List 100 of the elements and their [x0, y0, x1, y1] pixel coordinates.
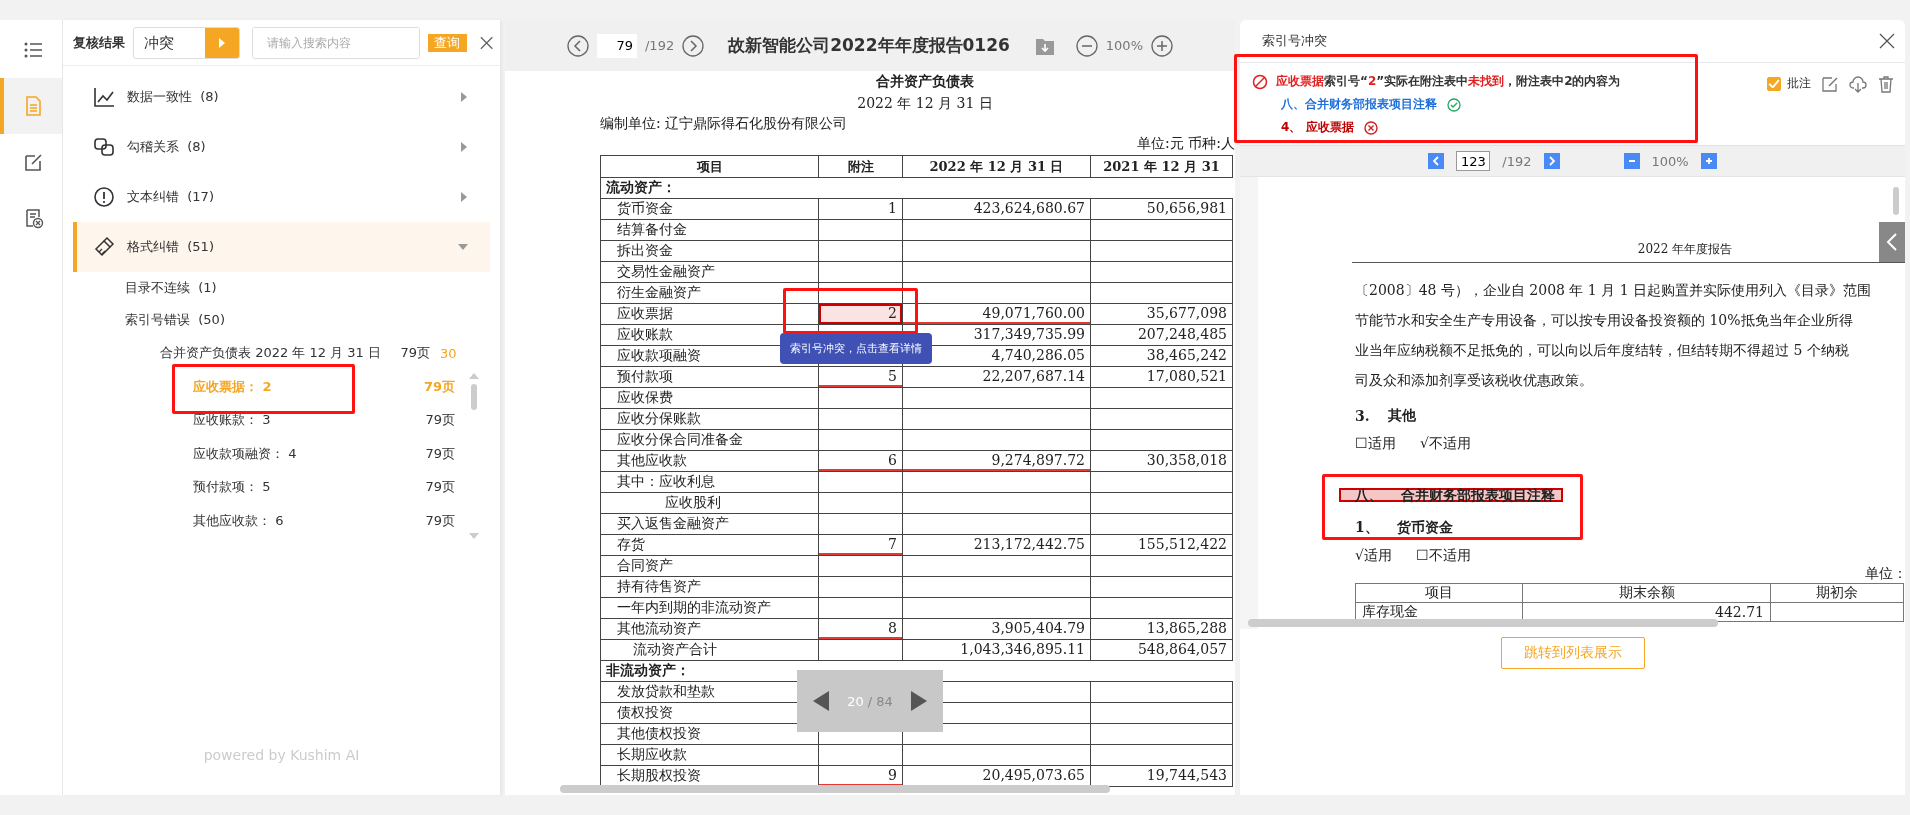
- subcategory-item[interactable]: 索引号错误 (50): [73, 304, 490, 336]
- vertical-scrollbar[interactable]: [1893, 187, 1899, 215]
- annotate-checkbox[interactable]: 批注: [1767, 75, 1811, 92]
- table-cell: 38,465,242: [1090, 345, 1233, 367]
- page-heading: 合并资产负债表: [875, 73, 975, 91]
- table-cell: 应收股利: [600, 492, 819, 514]
- issue-item[interactable]: 应收账款： 3: [193, 411, 423, 430]
- next-page-icon[interactable]: [682, 34, 705, 57]
- plus-icon: [1703, 156, 1714, 166]
- prohibited-icon: [1252, 73, 1268, 90]
- previous-page-button[interactable]: [1428, 153, 1445, 169]
- zoom-out-icon[interactable]: [1075, 34, 1098, 57]
- caret-icon: [217, 37, 226, 48]
- count-text: 30: [440, 345, 458, 361]
- column-header: 2021 年 12 月 31: [1090, 155, 1233, 178]
- alert-icon: [93, 186, 115, 208]
- check-circle-icon: [1447, 97, 1461, 112]
- column-header: 项目: [600, 155, 819, 178]
- caret-icon: [460, 192, 468, 202]
- scrollbar-thumb[interactable]: [471, 384, 477, 410]
- search-field[interactable]: 请输入搜索内容: [251, 26, 420, 59]
- zoom-level: 100%: [1105, 38, 1143, 53]
- match-text: 八、合并财务部报表项目注释: [1281, 96, 1437, 113]
- table-cell: 合同资产: [600, 555, 819, 577]
- table-cell: 持有待售资产: [600, 576, 819, 598]
- previous-page-icon[interactable]: [567, 34, 589, 57]
- next-icon[interactable]: [909, 690, 929, 712]
- table-cell: 应收分保账款: [600, 408, 819, 430]
- category-item[interactable]: 数据一致性 (8): [73, 72, 490, 122]
- page-number: 79页: [423, 377, 455, 396]
- page-number: 79页: [424, 411, 455, 430]
- option-text: √适用: [1355, 547, 1392, 565]
- section-number: 1、: [1355, 519, 1379, 537]
- line-chart-icon: [93, 86, 115, 108]
- category-item[interactable]: 文本纠错 (17): [73, 172, 490, 222]
- page-header: 2022 年年度报告: [1636, 241, 1734, 258]
- paragraph-line: 业当年应纳税额不足抵免的，可以向以后年度结转，但结转期不得超过 5 个纳税: [1355, 341, 1850, 360]
- table-cell: 交易性金融资产: [600, 261, 819, 283]
- column-header: 项目: [1355, 583, 1523, 603]
- panel-title: 复核结果: [73, 33, 125, 52]
- category-item[interactable]: 勾稽关系 (8): [73, 122, 490, 172]
- close-icon[interactable]: [1879, 33, 1895, 49]
- issue-item[interactable]: 其他应收款： 6: [193, 511, 423, 530]
- table-cell: 7: [818, 534, 903, 556]
- table-cell: 拆出资金: [600, 240, 819, 262]
- subcategory-item[interactable]: 目录不连续 (1): [73, 272, 490, 304]
- collapse-tab[interactable]: [1879, 222, 1905, 262]
- cloud-download-icon[interactable]: [1849, 75, 1867, 93]
- table-cell: 流动资产合计: [600, 639, 819, 661]
- previous-icon[interactable]: [811, 690, 831, 712]
- table-cell: 213,172,442.75: [902, 534, 1091, 556]
- chevron-left-icon: [1431, 156, 1442, 166]
- table-cell: 8: [818, 618, 903, 640]
- table-cell: 1,043,346,895.11: [902, 639, 1091, 661]
- table-cell: 其中：应收利息: [600, 471, 819, 493]
- page-input[interactable]: 123: [1456, 151, 1491, 171]
- page-total: /192: [645, 38, 675, 53]
- table-cell: 423,624,680.67: [902, 198, 1091, 220]
- section-number: 3.: [1355, 408, 1370, 424]
- filter-dropdown[interactable]: 冲突: [133, 26, 240, 59]
- page-number: 79页: [424, 511, 455, 530]
- zoom-out-button[interactable]: [1623, 153, 1640, 169]
- category-item[interactable]: 格式纠错 (51): [73, 222, 490, 272]
- option-text: ☐不适用: [1415, 547, 1471, 565]
- zoom-level: 100%: [1651, 153, 1689, 169]
- issue-item[interactable]: 预付款项： 5: [193, 478, 423, 497]
- delete-icon[interactable]: [1877, 75, 1895, 93]
- edit-icon: [22, 151, 44, 173]
- issue-item[interactable]: 应收款项融资： 4: [193, 444, 423, 463]
- unit-line: 单位:元 币种:人: [1136, 135, 1235, 153]
- table-cell: 买入返售金融资产: [600, 513, 819, 535]
- page-input[interactable]: 79: [597, 33, 637, 58]
- table-cell: 预付款项: [600, 366, 819, 388]
- edit-icon[interactable]: [1821, 75, 1839, 93]
- panel-title: 索引号冲突: [1262, 32, 1327, 50]
- table-cell: 衍生金融资产: [600, 282, 819, 304]
- table-cell: 3,905,404.79: [902, 618, 1091, 640]
- column-header: 期初余: [1770, 583, 1904, 603]
- table-cell: 207,248,485: [1090, 324, 1233, 346]
- chevron-left-icon: [1886, 233, 1898, 251]
- page-date: 2022 年 12 月 31 日: [856, 95, 994, 113]
- page-number: 79页: [399, 344, 430, 362]
- match-text: 4、 应收票据: [1281, 119, 1354, 136]
- zoom-in-icon[interactable]: [1151, 34, 1173, 57]
- zoom-in-button[interactable]: [1700, 153, 1717, 169]
- table-cell: 应收保费: [600, 387, 819, 409]
- column-header: 附注: [818, 155, 903, 178]
- table-cell: 9,274,897.72: [902, 450, 1091, 472]
- check-mark-icon: [1768, 78, 1780, 89]
- horizontal-scrollbar[interactable]: [1248, 619, 1718, 627]
- table-cell: 50,656,981: [1090, 198, 1233, 220]
- table-cell: 6: [818, 450, 903, 472]
- company-line: 编制单位: 辽宁鼎际得石化股份有限公司: [600, 115, 849, 133]
- table-cell: 155,512,422: [1090, 534, 1233, 556]
- table-cell: 应收分保合同准备金: [600, 429, 819, 451]
- horizontal-scrollbar[interactable]: [560, 785, 1110, 793]
- table-cell: 5: [818, 366, 903, 388]
- caret-icon: [460, 142, 468, 152]
- table-cell: 流动资产：: [600, 177, 1233, 199]
- next-page-button[interactable]: [1543, 153, 1560, 169]
